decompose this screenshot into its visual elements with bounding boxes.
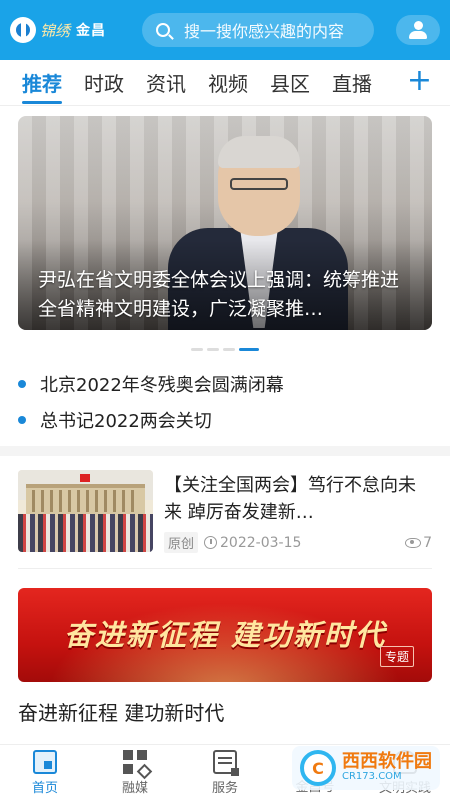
nav-label: 首页 [31,780,58,796]
photo-hair [218,136,300,168]
user-profile-button[interactable] [396,15,440,45]
bullet-icon [18,416,26,424]
headline-item[interactable]: 北京2022年冬残奥会圆满闭幕 [18,366,432,402]
divider [18,568,432,569]
site-watermark: C 西西软件园 CR173.COM [292,746,440,790]
logo-city-name: 金昌 [76,23,107,39]
tab-news[interactable]: 资讯 [146,60,186,106]
tab-politics[interactable]: 时政 [84,60,124,106]
thumb-columns [32,490,139,512]
banner-slogan: 奋进新征程 建功新时代 [63,618,387,652]
news-card[interactable]: 【关注全国两会】笃行不怠向未来 踔厉奋发建新… 原创 2022-03-15 7 [18,470,432,556]
nav-label: 服务 [211,780,238,796]
clock-icon [204,536,218,549]
carousel-dot-active[interactable] [239,348,259,351]
photo-glasses [230,178,288,190]
carousel-dot[interactable] [207,348,219,351]
section-separator [0,446,450,456]
service-icon [213,749,239,776]
tab-recommend[interactable]: 推荐 [22,60,62,106]
carousel-caption: 尹弘在省文明委全体会议上强调：统筹推进全省精神文明建设，广泛凝聚推… [38,269,400,320]
carousel-dot[interactable] [191,348,203,351]
search-bar[interactable]: 搜一搜你感兴趣的内容 [142,13,374,47]
view-count: 7 [423,534,432,551]
watermark-logo-icon: C [300,750,336,786]
eye-icon [405,537,422,548]
add-channel-icon[interactable]: + [407,66,432,96]
logo-mark-icon [10,17,36,43]
original-badge: 原创 [164,532,199,553]
thumb-crowd [18,514,153,552]
app-logo[interactable]: 锦绣 金昌 [10,12,132,48]
carousel-dot[interactable] [223,348,235,351]
nav-home[interactable]: 首页 [0,745,90,800]
user-icon [409,21,427,39]
tab-live[interactable]: 直播 [332,60,372,106]
headline-list: 北京2022年冬残奥会圆满闭幕 总书记2022两会关切 [18,366,432,438]
news-thumbnail [18,470,153,552]
headline-item[interactable]: 总书记2022两会关切 [18,402,432,438]
watermark-text-block: 西西软件园 CR173.COM [342,753,432,783]
tab-video[interactable]: 视频 [208,60,248,106]
news-meta: 原创 2022-03-15 7 [164,532,432,553]
featured-carousel[interactable]: 尹弘在省文明委全体会议上强调：统筹推进全省精神文明建设，广泛凝聚推… [18,116,432,330]
tab-county[interactable]: 县区 [270,60,310,106]
carousel-indicator [0,348,450,351]
watermark-subtext: CR173.COM [342,771,402,782]
news-title: 【关注全国两会】笃行不怠向未来 踔厉奋发建新… [164,475,416,523]
logo-calligraphy: 锦绣 [40,21,71,40]
home-icon [33,749,57,774]
bullet-icon [18,380,26,388]
nav-media[interactable]: 融媒 [90,745,180,800]
media-icon [123,749,147,774]
watermark-text: 西西软件园 [342,751,432,772]
search-placeholder: 搜一搜你感兴趣的内容 [184,22,345,41]
search-icon [156,23,170,37]
app-header: 锦绣 金昌 搜一搜你感兴趣的内容 [0,0,450,60]
thumb-flag [80,474,90,482]
banner-title[interactable]: 奋进新征程 建功新时代 [18,697,224,726]
news-date: 2022-03-15 [220,534,302,551]
channel-tabs: 推荐 时政 资讯 视频 县区 直播 + [0,60,450,106]
banner-topic-tag: 专题 [379,646,414,667]
topic-banner[interactable]: 奋进新征程 建功新时代 专题 [18,588,432,682]
nav-service[interactable]: 服务 [180,745,270,800]
headline-text: 北京2022年冬残奥会圆满闭幕 [40,375,284,396]
headline-text: 总书记2022两会关切 [40,411,212,432]
